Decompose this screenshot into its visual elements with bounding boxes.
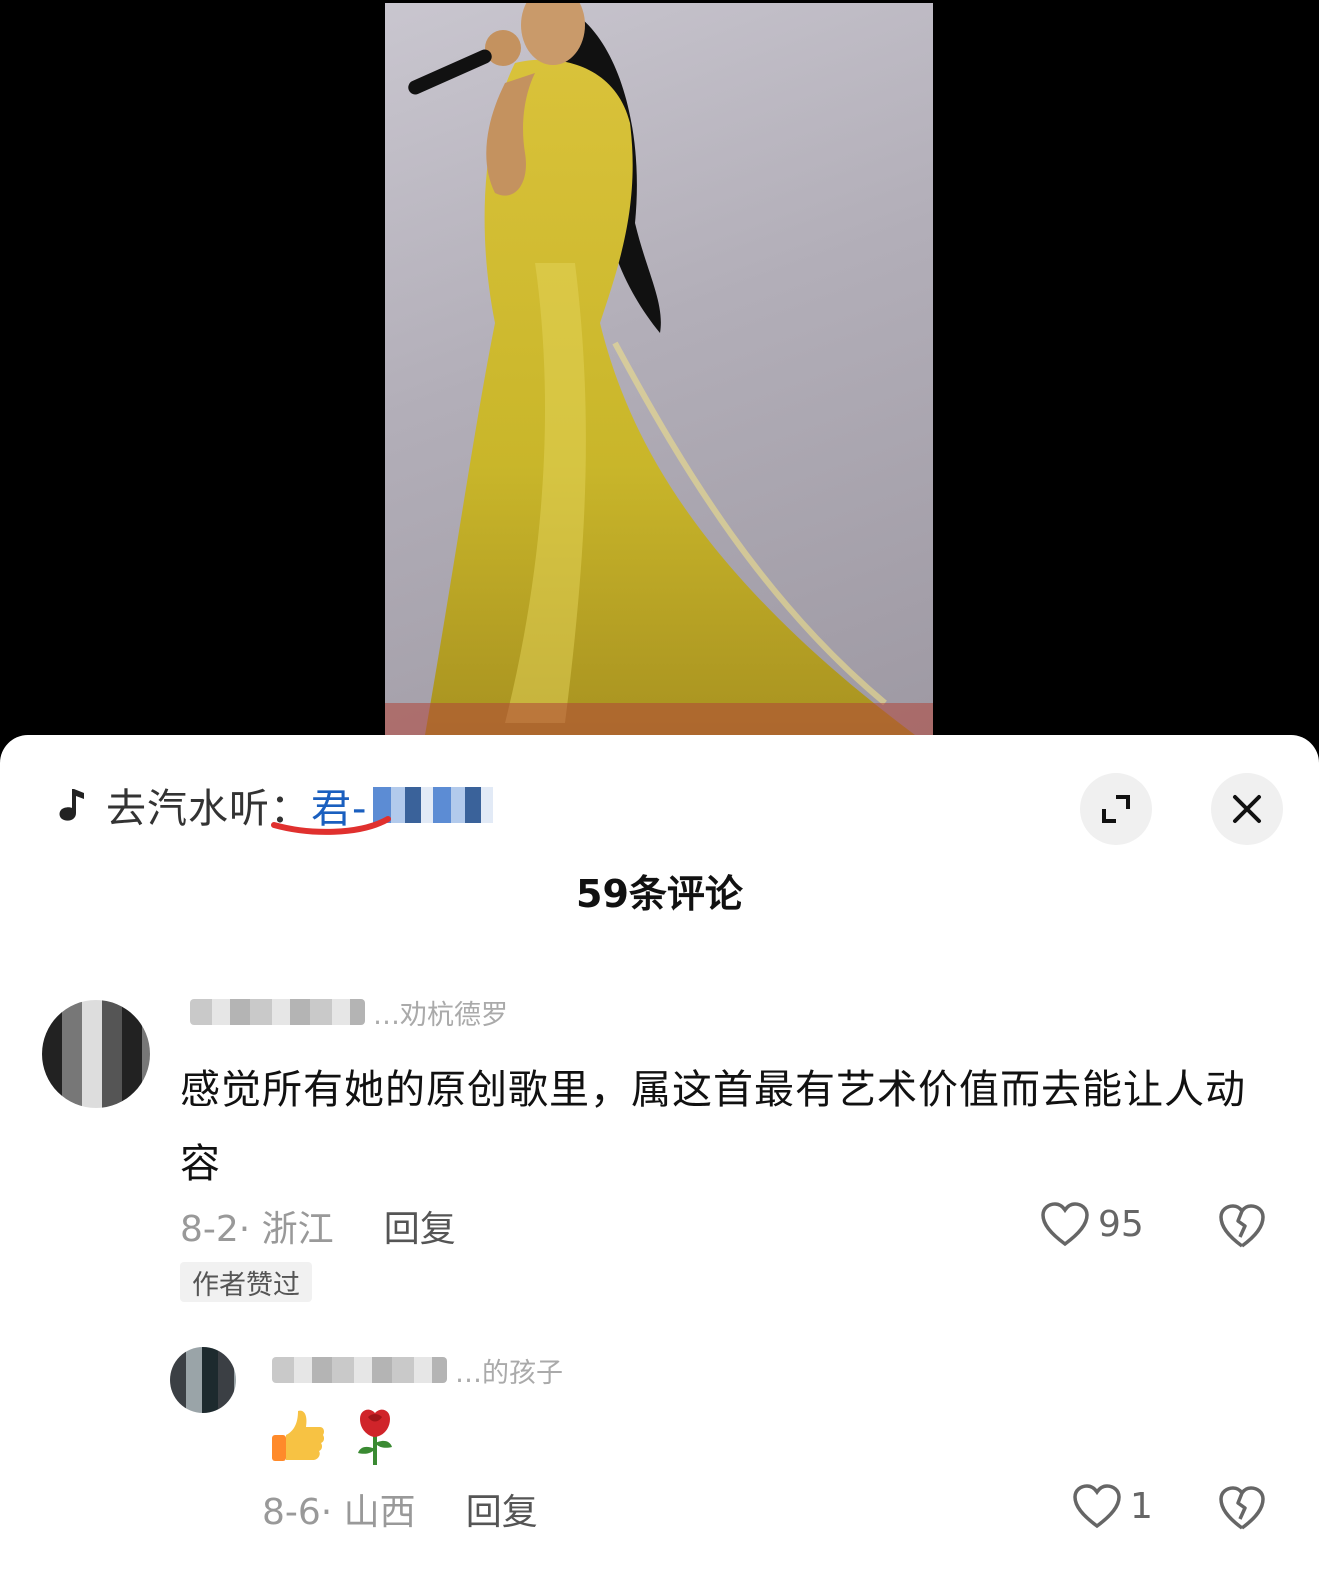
avatar[interactable] bbox=[42, 1000, 150, 1108]
reply-emojis bbox=[268, 1405, 404, 1467]
rose-icon bbox=[358, 1409, 392, 1465]
author-liked-badge: 作者赞过 bbox=[180, 1262, 312, 1302]
reply-meta: 8-6· 山西 回复 bbox=[262, 1483, 538, 1535]
username[interactable]: …劝杭德罗 bbox=[190, 997, 508, 1031]
thumbs-up-icon bbox=[272, 1410, 325, 1461]
singer-photo bbox=[385, 3, 933, 735]
close-button[interactable] bbox=[1211, 773, 1283, 845]
username-visible: …的孩子 bbox=[455, 1357, 563, 1389]
red-underline bbox=[271, 816, 391, 835]
comment-text: 感觉所有她的原创歌里，属这首最有艺术价值而去能让人动容 bbox=[180, 1067, 1246, 1187]
video-area[interactable] bbox=[0, 0, 1319, 760]
username-visible: …劝杭德罗 bbox=[373, 999, 508, 1031]
heart-icon bbox=[1073, 1484, 1121, 1529]
reply-button[interactable]: 回复 bbox=[384, 1200, 456, 1252]
reply-username[interactable]: …的孩子 bbox=[272, 1355, 563, 1389]
reply-like-button[interactable]: 1 bbox=[1072, 1483, 1153, 1529]
expand-icon bbox=[1102, 795, 1130, 823]
comment-count-title: 59条评论 bbox=[576, 872, 743, 916]
music-note-icon bbox=[59, 789, 84, 821]
blurred-username bbox=[190, 999, 365, 1025]
comments-sheet: 去汽水听： 君- 59条评论 …劝杭德罗 感觉所有她的原创歌里，属这首最有艺术价… bbox=[0, 735, 1319, 1588]
comment-date-location: 8-2· 浙江 bbox=[180, 1209, 334, 1250]
broken-heart-icon[interactable] bbox=[1218, 1203, 1266, 1249]
broken-heart-icon[interactable] bbox=[1218, 1485, 1266, 1531]
heart-icon bbox=[1041, 1202, 1089, 1247]
comment-meta: 8-2· 浙江 回复 bbox=[180, 1200, 456, 1252]
blurred-username bbox=[272, 1357, 447, 1383]
like-button[interactable]: 95 bbox=[1040, 1201, 1144, 1247]
like-count: 95 bbox=[1098, 1203, 1144, 1245]
close-icon bbox=[1233, 795, 1261, 823]
expand-button[interactable] bbox=[1080, 773, 1152, 845]
reply-date-location: 8-6· 山西 bbox=[262, 1492, 416, 1533]
reply-avatar[interactable] bbox=[170, 1347, 236, 1413]
reply-button[interactable]: 回复 bbox=[466, 1483, 538, 1535]
like-count: 1 bbox=[1130, 1485, 1153, 1527]
